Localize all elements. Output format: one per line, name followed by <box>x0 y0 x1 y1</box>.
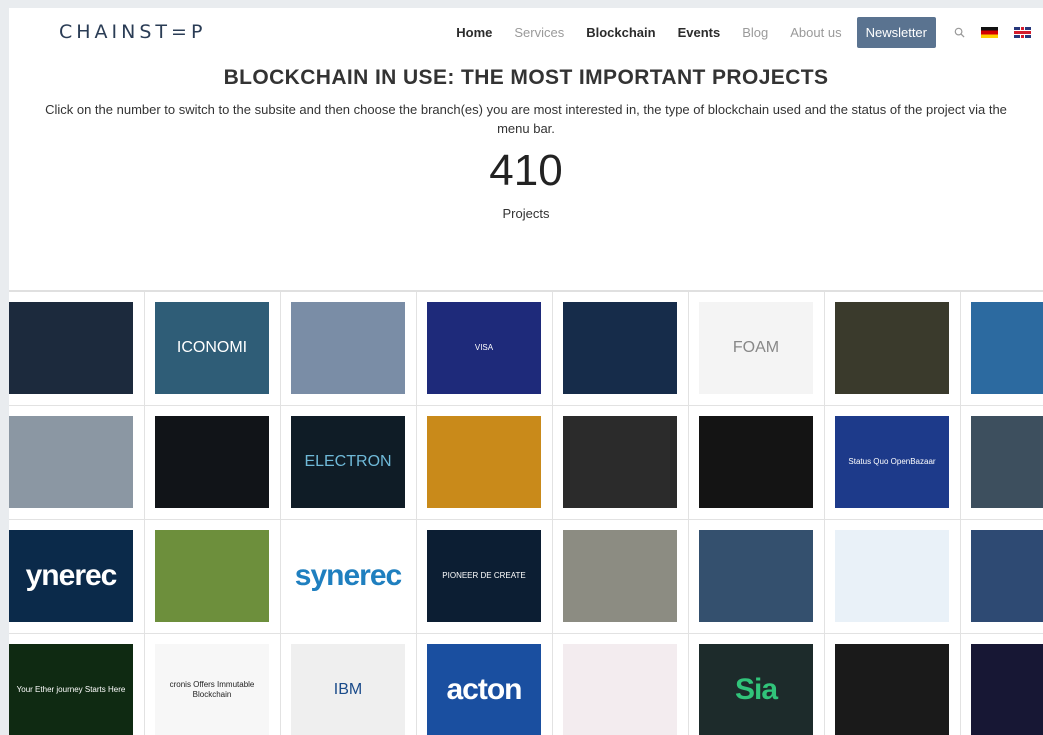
project-thumbnail-electron: ELECTRON <box>291 416 405 508</box>
thumbnail-caption: ICONOMI <box>176 339 248 356</box>
newsletter-button[interactable]: Newsletter <box>856 16 936 48</box>
project-thumbnail-news-report <box>9 302 133 394</box>
project-tile[interactable] <box>961 406 1043 520</box>
thumbnail-caption: ynerec <box>25 559 118 592</box>
project-thumbnail-city-skyline <box>9 416 133 508</box>
project-tile[interactable]: Status Quo OpenBazaar <box>825 406 961 520</box>
project-tile[interactable]: cronis Offers Immutable Blockchain <box>145 634 281 735</box>
project-tile[interactable]: PIONEER DE CREATE <box>417 520 553 634</box>
nav-item-about-us[interactable]: About us <box>790 25 841 40</box>
project-thumbnail-blue-network <box>835 530 949 622</box>
project-tile[interactable]: FOAM <box>689 292 825 406</box>
project-grid: ICONOMI VISA FOAM ELECTRON Status Quo OpenBa… <box>9 290 1043 735</box>
project-tile[interactable] <box>145 520 281 634</box>
nav-item-events[interactable]: Events <box>678 25 721 40</box>
thumbnail-caption: synerec <box>294 559 402 592</box>
project-tile[interactable] <box>689 406 825 520</box>
thumbnail-caption: acton <box>446 673 522 706</box>
thumbnail-caption: Your Ether journey Starts Here <box>16 685 126 694</box>
project-thumbnail-green-space: Your Ether journey Starts Here <box>9 644 133 735</box>
project-tile[interactable] <box>281 292 417 406</box>
project-thumbnail-acronis-news: cronis Offers Immutable Blockchain <box>155 644 269 735</box>
thumbnail-caption: cronis Offers Immutable Blockchain <box>169 680 255 699</box>
thumbnail-caption: Sia <box>734 673 778 706</box>
project-tile[interactable] <box>9 406 145 520</box>
project-tile[interactable]: acton <box>417 634 553 735</box>
project-thumbnail-foam: FOAM <box>699 302 813 394</box>
flag-uk-icon[interactable] <box>1014 26 1031 38</box>
project-tile[interactable] <box>417 406 553 520</box>
project-tile[interactable]: VISA <box>417 292 553 406</box>
thumbnail-caption: ELECTRON <box>304 453 392 470</box>
project-tile[interactable] <box>553 292 689 406</box>
project-tile[interactable] <box>961 520 1043 634</box>
project-thumbnail-synereo-logo: synerec <box>291 530 405 622</box>
thumbnail-caption: Status Quo OpenBazaar <box>848 457 936 466</box>
project-thumbnail-pink-site <box>563 644 677 735</box>
project-tile[interactable] <box>553 520 689 634</box>
project-tile[interactable]: synerec <box>281 520 417 634</box>
project-thumbnail-grey-site <box>971 416 1043 508</box>
project-thumbnail-news-field <box>155 530 269 622</box>
project-tile[interactable] <box>825 520 961 634</box>
project-tile[interactable] <box>961 634 1043 735</box>
project-thumbnail-network-bike <box>563 416 677 508</box>
thumbnail-caption: VISA <box>474 343 494 352</box>
project-thumbnail-acton: acton <box>427 644 541 735</box>
project-count-label: Projects <box>502 206 550 221</box>
nav-item-blockchain[interactable]: Blockchain <box>586 25 655 40</box>
project-thumbnail-sunset-road <box>427 416 541 508</box>
nav-item-home[interactable]: Home <box>456 25 492 40</box>
project-tile[interactable]: ICONOMI <box>145 292 281 406</box>
project-thumbnail-dark-bars <box>971 644 1043 735</box>
project-tile[interactable]: ynerec <box>9 520 145 634</box>
project-tile[interactable] <box>553 634 689 735</box>
project-tile[interactable] <box>825 634 961 735</box>
header: CHAINST=P Home Services Blockchain Event… <box>9 8 1043 56</box>
project-thumbnail-web-dashboard <box>563 302 677 394</box>
project-thumbnail-city-collage <box>699 530 813 622</box>
project-thumbnail-pioneer: PIONEER DE CREATE <box>427 530 541 622</box>
project-tile[interactable] <box>9 292 145 406</box>
project-thumbnail-visa-flow: VISA <box>427 302 541 394</box>
project-thumbnail-city-building <box>291 302 405 394</box>
page: CHAINST=P Home Services Blockchain Event… <box>9 8 1043 735</box>
project-thumbnail-harbor-night <box>971 530 1043 622</box>
thumbnail-caption: FOAM <box>732 339 780 356</box>
project-thumbnail-teal-site <box>971 302 1043 394</box>
nav-item-blog[interactable]: Blog <box>742 25 768 40</box>
thumbnail-caption: PIONEER DE CREATE <box>442 571 526 580</box>
project-tile[interactable] <box>825 292 961 406</box>
project-thumbnail-dark-photo <box>835 302 949 394</box>
thumbnail-caption: IBM <box>333 681 363 698</box>
project-thumbnail-crystals <box>563 530 677 622</box>
project-thumbnail-iconomi: ICONOMI <box>155 302 269 394</box>
project-tile[interactable] <box>689 520 825 634</box>
project-thumbnail-synereo-hand: ynerec <box>9 530 133 622</box>
intro-text: Click on the number to switch to the sub… <box>45 102 1007 136</box>
chainstep-logo[interactable]: CHAINST=P <box>59 21 206 43</box>
project-thumbnail-diamonds <box>835 644 949 735</box>
project-tile[interactable] <box>553 406 689 520</box>
project-tile[interactable]: Sia <box>689 634 825 735</box>
search-icon[interactable] <box>954 27 965 38</box>
project-tile[interactable]: Your Ether journey Starts Here <box>9 634 145 735</box>
project-thumbnail-dark-lotus <box>155 416 269 508</box>
project-thumbnail-ibm-article: IBM <box>291 644 405 735</box>
nav-item-services[interactable]: Services <box>514 25 564 40</box>
project-thumbnail-status-quo-openbazaar: Status Quo OpenBazaar <box>835 416 949 508</box>
page-title: BLOCKCHAIN IN USE: THE MOST IMPORTANT PR… <box>223 66 829 89</box>
project-tile[interactable] <box>961 292 1043 406</box>
flag-de-icon[interactable] <box>981 26 998 38</box>
main-nav: Home Services Blockchain Events Blog Abo… <box>445 14 1031 50</box>
project-tile[interactable] <box>145 406 281 520</box>
project-tile[interactable]: ELECTRON <box>281 406 417 520</box>
project-count[interactable]: 410 <box>9 146 1043 196</box>
project-tile[interactable]: IBM <box>281 634 417 735</box>
project-thumbnail-dark-stage <box>699 416 813 508</box>
project-thumbnail-sia: Sia <box>699 644 813 735</box>
